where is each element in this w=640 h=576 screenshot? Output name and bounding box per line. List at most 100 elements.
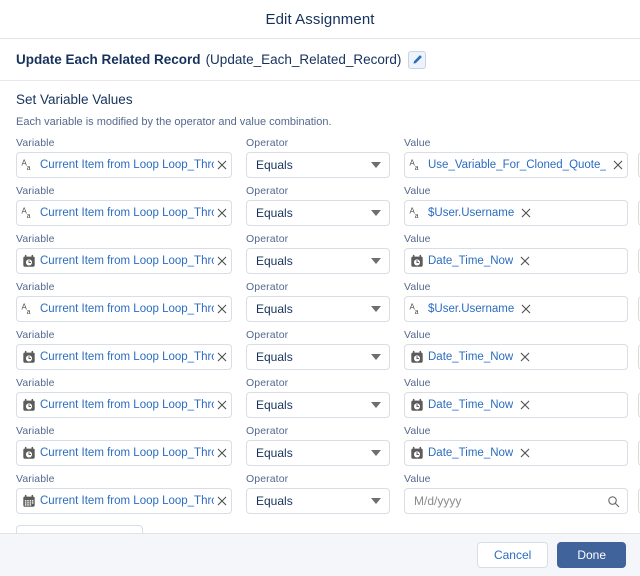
element-api-name: (Update_Each_Related_Record) <box>205 52 402 67</box>
variable-combobox[interactable]: Current Item from Loop Loop_Throu... <box>16 344 232 370</box>
variable-combobox[interactable]: Current Item from Loop Loop_Throu... <box>16 392 232 418</box>
modal-titlebar: Edit Assignment <box>0 0 640 39</box>
datetime-datatype-icon <box>409 254 424 269</box>
remove-value-icon[interactable] <box>519 256 530 267</box>
operator-select[interactable]: Equals <box>246 392 390 418</box>
chevron-down-icon <box>371 354 381 360</box>
variable-pill: Aa Current Item from Loop Loop_Throu... <box>20 203 216 223</box>
svg-text:a: a <box>415 164 419 171</box>
remove-variable-icon[interactable] <box>216 352 227 363</box>
operator-selected-value: Equals <box>256 254 293 268</box>
variable-combobox[interactable]: Current Item from Loop Loop_Throu... <box>16 488 232 514</box>
element-header: Update Each Related Record (Update_Each_… <box>0 39 640 81</box>
operator-column: Operator Equals <box>246 137 390 178</box>
value-column: Value Date_Time_Now <box>404 377 628 418</box>
text-datatype-icon: Aa <box>21 158 36 173</box>
text-datatype-icon: Aa <box>21 206 36 221</box>
text-datatype-icon: Aa <box>409 206 424 221</box>
operator-select[interactable]: Equals <box>246 248 390 274</box>
value-combobox[interactable]: Aa $User.Username <box>404 296 628 322</box>
remove-variable-icon[interactable] <box>216 208 227 219</box>
remove-value-icon[interactable] <box>520 208 531 219</box>
section-description: Each variable is modified by the operato… <box>16 116 332 128</box>
value-combobox[interactable]: Date_Time_Now <box>404 440 628 466</box>
operator-selected-value: Equals <box>256 446 293 460</box>
remove-value-icon[interactable] <box>520 304 531 315</box>
variable-field-label: Variable <box>16 137 55 149</box>
operator-selected-value: Equals <box>256 350 293 364</box>
value-combobox[interactable]: Aa $User.Username <box>404 200 628 226</box>
remove-variable-icon[interactable] <box>216 496 227 507</box>
value-combobox[interactable]: Date_Time_Now <box>404 344 628 370</box>
value-combobox[interactable]: Aa Use_Variable_For_Cloned_Quote_ID <box>404 152 628 178</box>
value-column: Value Date_Time_Now <box>404 425 628 466</box>
variable-pill-label: Current Item from Loop Loop_Throu... <box>40 399 214 411</box>
operator-selected-value: Equals <box>256 398 293 412</box>
operator-field-label: Operator <box>246 233 289 245</box>
edit-assignment-modal: Edit Assignment Update Each Related Reco… <box>0 0 640 576</box>
value-pill-label: $User.Username <box>428 207 515 219</box>
variable-pill-label: Current Item from Loop Loop_Throu... <box>40 207 214 219</box>
assignment-row: Variable Aa Current Item from Loop Loop_Th… <box>16 137 640 178</box>
variable-combobox[interactable]: Aa Current Item from Loop Loop_Throu... <box>16 200 232 226</box>
value-pill: Date_Time_Now <box>408 443 515 463</box>
value-pill: Date_Time_Now <box>408 251 515 271</box>
element-label: Update Each Related Record <box>16 52 201 67</box>
date-datatype-icon <box>21 494 36 509</box>
operator-select[interactable]: Equals <box>246 488 390 514</box>
remove-value-icon[interactable] <box>519 448 530 459</box>
variable-combobox[interactable]: Current Item from Loop Loop_Throu... <box>16 440 232 466</box>
variable-pill-label: Current Item from Loop Loop_Throu... <box>40 351 214 363</box>
operator-select[interactable]: Equals <box>246 152 390 178</box>
value-combobox[interactable]: Date_Time_Now <box>404 248 628 274</box>
add-assignment-button[interactable]: + Add Assignment <box>16 525 144 533</box>
remove-variable-icon[interactable] <box>216 256 227 267</box>
assignment-row: Variable Current Item from Loop Loop_Thr o… <box>16 233 640 274</box>
operator-field-label: Operator <box>246 137 289 149</box>
datetime-datatype-icon <box>21 446 36 461</box>
operator-select[interactable]: Equals <box>246 200 390 226</box>
operator-field-label: Operator <box>246 185 289 197</box>
remove-variable-icon[interactable] <box>216 304 227 315</box>
pencil-icon[interactable] <box>408 50 427 69</box>
operator-column: Operator Equals <box>246 185 390 226</box>
operator-selected-value: Equals <box>256 158 293 172</box>
variable-column: Variable Current Item from Loop Loop_Thro… <box>16 233 232 274</box>
text-datatype-icon: Aa <box>409 158 424 173</box>
variable-field-label: Variable <box>16 473 55 485</box>
remove-value-icon[interactable] <box>519 400 530 411</box>
search-icon[interactable] <box>607 495 620 508</box>
value-input[interactable]: M/d/yyyy <box>404 488 628 514</box>
variable-combobox[interactable]: Aa Current Item from Loop Loop_Throu... <box>16 296 232 322</box>
operator-field-label: Operator <box>246 425 289 437</box>
variable-pill-label: Current Item from Loop Loop_Throu... <box>40 495 214 507</box>
value-pill: Date_Time_Now <box>408 347 515 367</box>
operator-field-label: Operator <box>246 473 289 485</box>
remove-value-icon[interactable] <box>519 352 530 363</box>
value-pill-label: $User.Username <box>428 303 515 315</box>
datetime-datatype-icon <box>21 350 36 365</box>
variable-field-label: Variable <box>16 425 55 437</box>
value-column: Value M/d/yyyy <box>404 473 628 514</box>
remove-variable-icon[interactable] <box>216 448 227 459</box>
remove-variable-icon[interactable] <box>216 160 227 171</box>
remove-value-icon[interactable] <box>612 160 623 171</box>
value-column: Value Aa $User.Username <box>404 281 628 322</box>
cancel-button[interactable]: Cancel <box>476 542 549 568</box>
variable-pill: Current Item from Loop Loop_Throu... <box>20 347 216 367</box>
variable-combobox[interactable]: Aa Current Item from Loop Loop_Throu... <box>16 152 232 178</box>
operator-select[interactable]: Equals <box>246 440 390 466</box>
datetime-datatype-icon <box>409 446 424 461</box>
variable-column: Variable Current Item from Loop Loop_Thro… <box>16 377 232 418</box>
svg-text:a: a <box>415 212 419 219</box>
remove-variable-icon[interactable] <box>216 400 227 411</box>
variable-combobox[interactable]: Current Item from Loop Loop_Throu... <box>16 248 232 274</box>
assignment-row: Variable Current Item from Loop Loop_Thr o… <box>16 377 640 418</box>
value-pill: Date_Time_Now <box>408 395 515 415</box>
value-combobox[interactable]: Date_Time_Now <box>404 392 628 418</box>
chevron-down-icon <box>371 210 381 216</box>
operator-select[interactable]: Equals <box>246 296 390 322</box>
operator-column: Operator Equals <box>246 281 390 322</box>
done-button[interactable]: Done <box>557 542 626 568</box>
operator-select[interactable]: Equals <box>246 344 390 370</box>
